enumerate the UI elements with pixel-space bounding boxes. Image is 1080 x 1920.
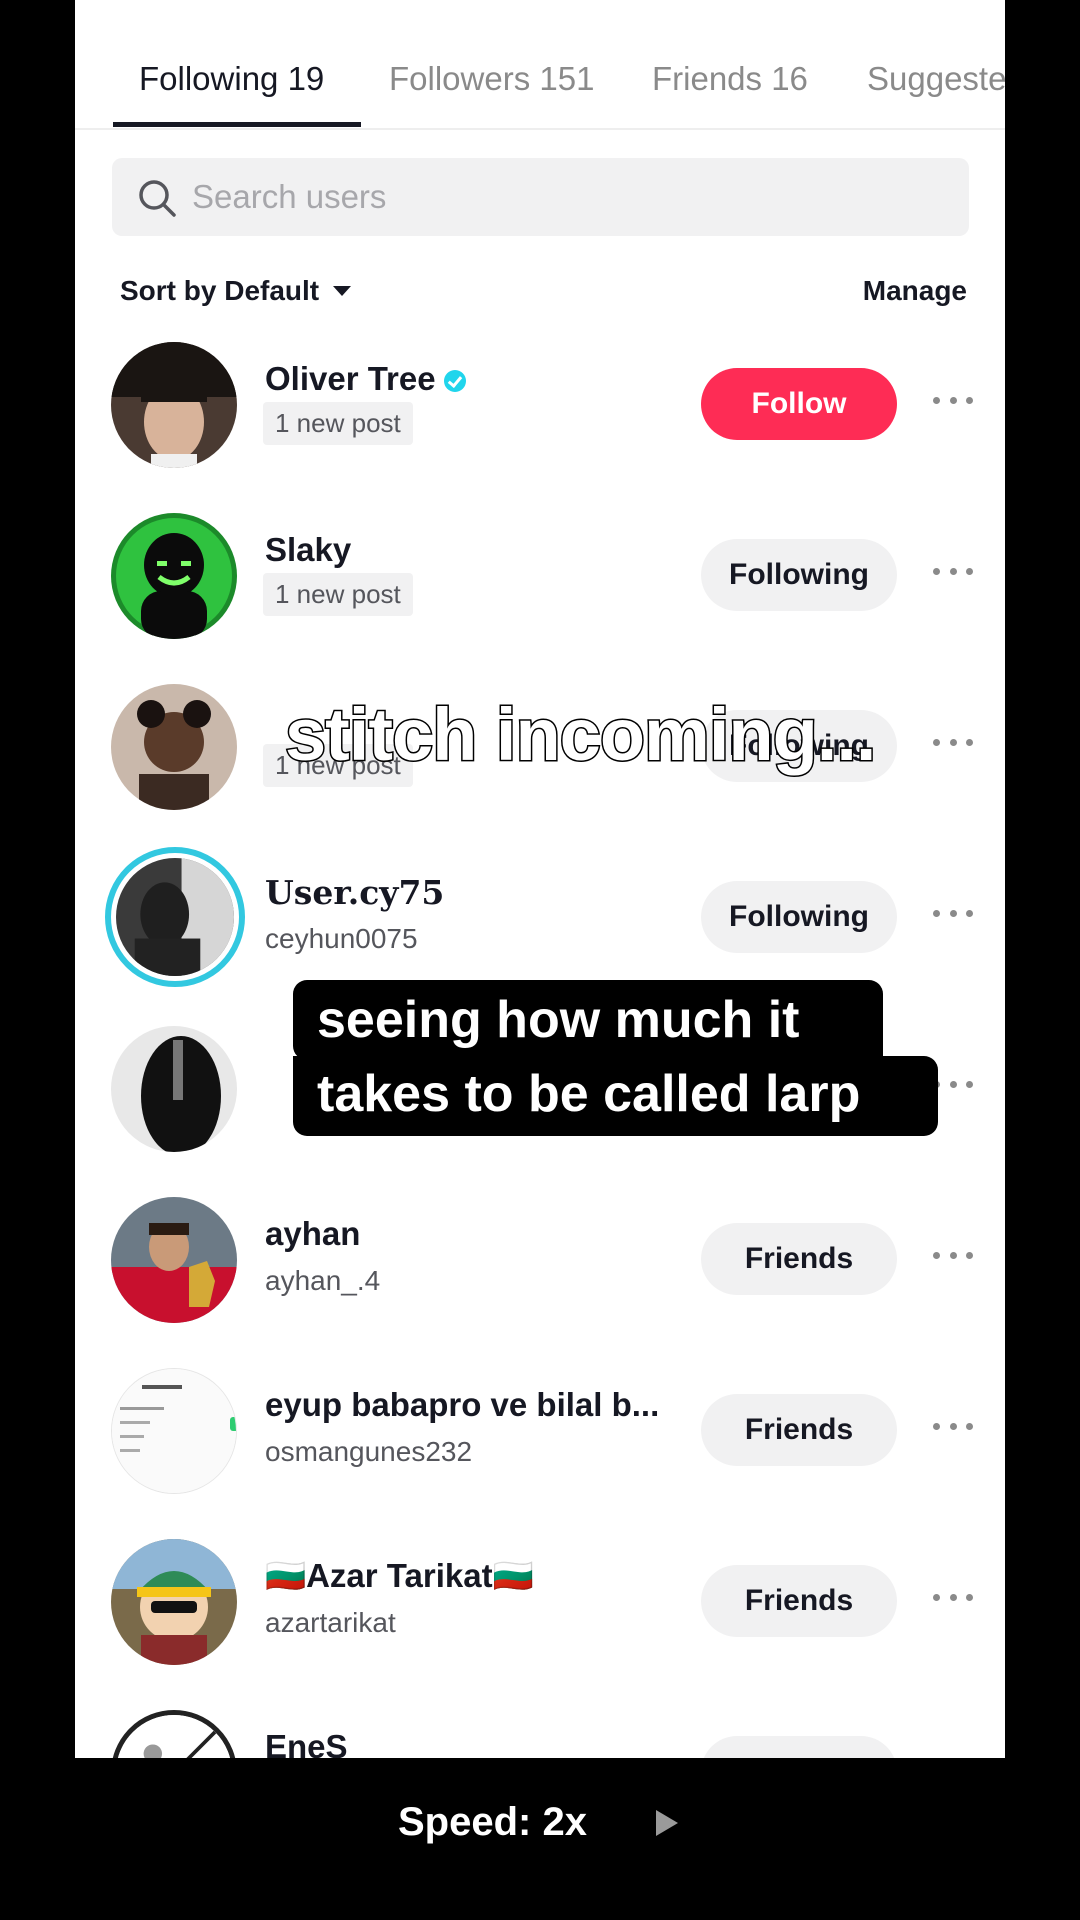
user-handle: ayhan_.4 [265,1265,381,1296]
user-name: Slaky [265,531,352,568]
friends-button[interactable] [701,1736,897,1758]
search-icon [139,180,176,217]
user-row[interactable]: Oliver Tree 1 new post Follow [75,330,1005,501]
avatar[interactable] [111,1197,237,1323]
play-icon[interactable] [656,1810,678,1836]
avatar-story-ring[interactable] [105,847,245,987]
search-input[interactable] [192,158,932,236]
more-options-icon[interactable] [933,732,973,752]
user-handle: ceyhun0075 [265,923,418,954]
user-row[interactable]: eyup babapro ve bilal b... osmangunes232… [75,1356,1005,1527]
active-tab-indicator [113,122,361,127]
more-options-icon[interactable] [933,1074,973,1094]
sort-label: Sort by Default [120,275,320,306]
avatar[interactable] [111,1539,237,1665]
more-options-icon[interactable] [933,390,973,410]
new-post-badge: 1 new post [263,573,413,616]
tab-following[interactable]: Following 19 [139,60,324,98]
friends-button[interactable]: Friends [701,1223,897,1295]
more-options-icon[interactable] [933,1416,973,1436]
more-options-icon[interactable] [933,1587,973,1607]
user-name: Oliver Tree [265,360,466,398]
avatar[interactable] [111,1710,237,1758]
avatar[interactable] [111,1368,237,1494]
caption-line-2: takes to be called larp [317,1065,861,1123]
more-options-icon[interactable] [933,1245,973,1265]
more-options-icon[interactable] [933,561,973,581]
user-name: ayhan [265,1215,361,1252]
video-caption-overlay: stitch incoming... [283,692,877,778]
avatar[interactable] [111,1026,237,1152]
user-name: eyup babapro ve bilal b... [265,1386,660,1423]
new-post-badge: 1 new post [263,402,413,445]
avatar[interactable] [111,342,237,468]
manage-button[interactable]: Manage [863,275,967,307]
user-row[interactable]: Slaky 1 new post Following [75,501,1005,672]
friends-button[interactable]: Friends [701,1565,897,1637]
user-row[interactable]: EneS [75,1698,1005,1758]
user-handle: azartarikat [265,1607,396,1638]
avatar[interactable] [111,684,237,810]
tab-bar: Following 19 Followers 151 Friends 16 Su… [75,0,1005,130]
caret-down-icon [333,286,352,296]
friends-button[interactable]: Friends [701,1394,897,1466]
tab-friends[interactable]: Friends 16 [652,60,808,98]
user-handle: osmangunes232 [265,1436,473,1467]
user-name: User.cy75 [265,873,445,912]
following-button[interactable]: Following [701,881,897,953]
following-list-screen: Following 19 Followers 151 Friends 16 Su… [75,0,1005,1758]
search-bar[interactable] [112,158,969,236]
user-name: EneS [265,1728,348,1758]
video-caption-box: seeing how much it takes to be called la… [293,980,938,1138]
verified-badge-icon [443,370,466,393]
playback-speed-label[interactable]: Speed: 2x [398,1800,587,1845]
more-options-icon[interactable] [933,903,973,923]
user-row[interactable]: 🇧🇬Azar Tarikat🇧🇬 azartarikat Friends [75,1527,1005,1698]
user-name: 🇧🇬Azar Tarikat🇧🇬 [265,1557,534,1594]
following-button[interactable]: Following [701,539,897,611]
follow-button[interactable]: Follow [701,368,897,440]
tab-followers[interactable]: Followers 151 [389,60,594,98]
sort-dropdown[interactable]: Sort by Default [120,275,352,307]
tab-suggested[interactable]: Suggeste [867,60,1005,98]
avatar[interactable] [111,513,237,639]
user-row[interactable]: ayhan ayhan_.4 Friends [75,1185,1005,1356]
caption-line-1: seeing how much it [317,991,800,1049]
